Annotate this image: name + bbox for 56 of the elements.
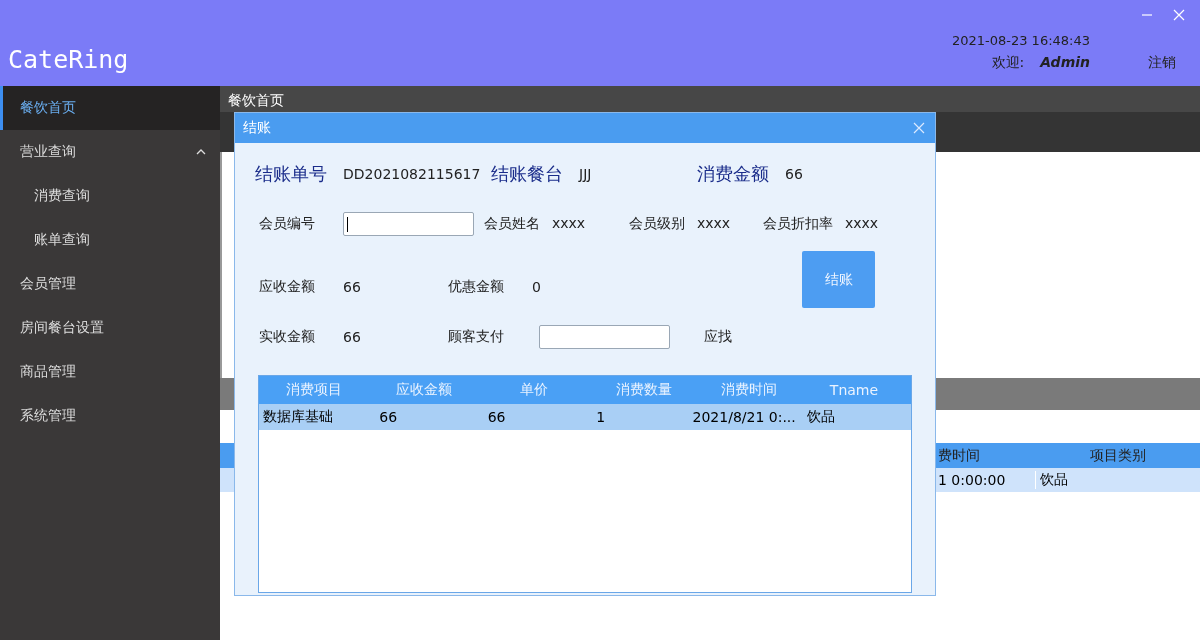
summary-label: 结账单号 bbox=[255, 162, 327, 186]
field-label: 顾客支付 bbox=[448, 328, 505, 346]
sidebar-item[interactable]: 商品管理 bbox=[0, 350, 220, 394]
field-label: 会员编号 bbox=[259, 215, 316, 233]
summary-value: DD2021082115617 bbox=[343, 166, 481, 182]
summary-value: JJJ bbox=[579, 166, 592, 182]
user-name: Admin bbox=[1040, 54, 1090, 72]
column-header: 消费时间 bbox=[720, 381, 778, 399]
sidebar-item[interactable]: 营业查询 bbox=[0, 130, 220, 174]
field-value: xxxx bbox=[697, 215, 731, 233]
close-icon[interactable] bbox=[913, 122, 925, 134]
datetime: 2021-08-23 16:48:43 bbox=[951, 33, 1090, 48]
field-label: 实收金额 bbox=[259, 328, 316, 346]
app-title: CateRing bbox=[8, 45, 129, 74]
column-header: Tname bbox=[828, 382, 880, 398]
member-no-field[interactable] bbox=[343, 212, 474, 236]
sidebar-item[interactable]: 餐饮首页 bbox=[0, 86, 220, 130]
column-header: 单价 bbox=[519, 381, 549, 399]
field-value: xxxx bbox=[552, 215, 586, 233]
field-value: 0 bbox=[532, 279, 541, 295]
sidebar-subitem[interactable]: 消费查询 bbox=[0, 174, 220, 218]
summary-label: 消费金额 bbox=[697, 162, 769, 186]
column-header: 费时间 bbox=[937, 446, 981, 465]
field-label: 会员折扣率 bbox=[763, 215, 833, 233]
column-header: 应收金额 bbox=[395, 381, 453, 399]
sidebar-item[interactable]: 系统管理 bbox=[0, 394, 220, 438]
sidebar-item[interactable]: 会员管理 bbox=[0, 262, 220, 306]
table-cell: 饮品 bbox=[1035, 471, 1200, 489]
table-cell-text: 2021/8/21 0:... bbox=[692, 409, 797, 425]
column-header: 项目类别 bbox=[1088, 446, 1147, 465]
table-cell-text: 66 bbox=[378, 409, 399, 425]
sidebar-item[interactable]: 房间餐台设置 bbox=[0, 306, 220, 350]
summary-label: 结账餐台 bbox=[491, 162, 563, 186]
sidebar-subitem[interactable]: 账单查询 bbox=[0, 218, 220, 262]
table-cell-text: 1 0:00:00 bbox=[937, 472, 1007, 488]
table-cell-text: 66 bbox=[486, 409, 507, 425]
field-label: 会员姓名 bbox=[484, 215, 540, 233]
field-label: 应找 bbox=[704, 328, 732, 346]
field-value: xxxx bbox=[845, 215, 879, 233]
column-header: 消费数量 bbox=[615, 381, 673, 399]
summary-value: 66 bbox=[785, 166, 803, 182]
field-value: 66 bbox=[343, 279, 362, 295]
field-label: 优惠金额 bbox=[448, 278, 505, 296]
column-header: 消费项目 bbox=[285, 381, 343, 399]
table-cell-text: 数据库基础 bbox=[262, 408, 334, 426]
welcome-label: 欢迎: bbox=[991, 54, 1025, 72]
table-cell-text: 1 bbox=[595, 409, 607, 425]
table-row[interactable]: 数据库基础 66 66 1 2021/8/21 0:... 饮品 bbox=[259, 404, 911, 430]
tab[interactable]: 餐饮首页 bbox=[220, 88, 292, 112]
logout-link[interactable]: 注销 bbox=[1148, 54, 1176, 72]
field-value: 66 bbox=[343, 329, 362, 345]
field-label: 会员级别 bbox=[629, 215, 685, 233]
field-label: 应收金额 bbox=[259, 278, 316, 296]
table-cell-text: 饮品 bbox=[805, 408, 836, 426]
payment-field[interactable] bbox=[539, 325, 670, 349]
dialog-title: 结账 bbox=[243, 119, 271, 137]
